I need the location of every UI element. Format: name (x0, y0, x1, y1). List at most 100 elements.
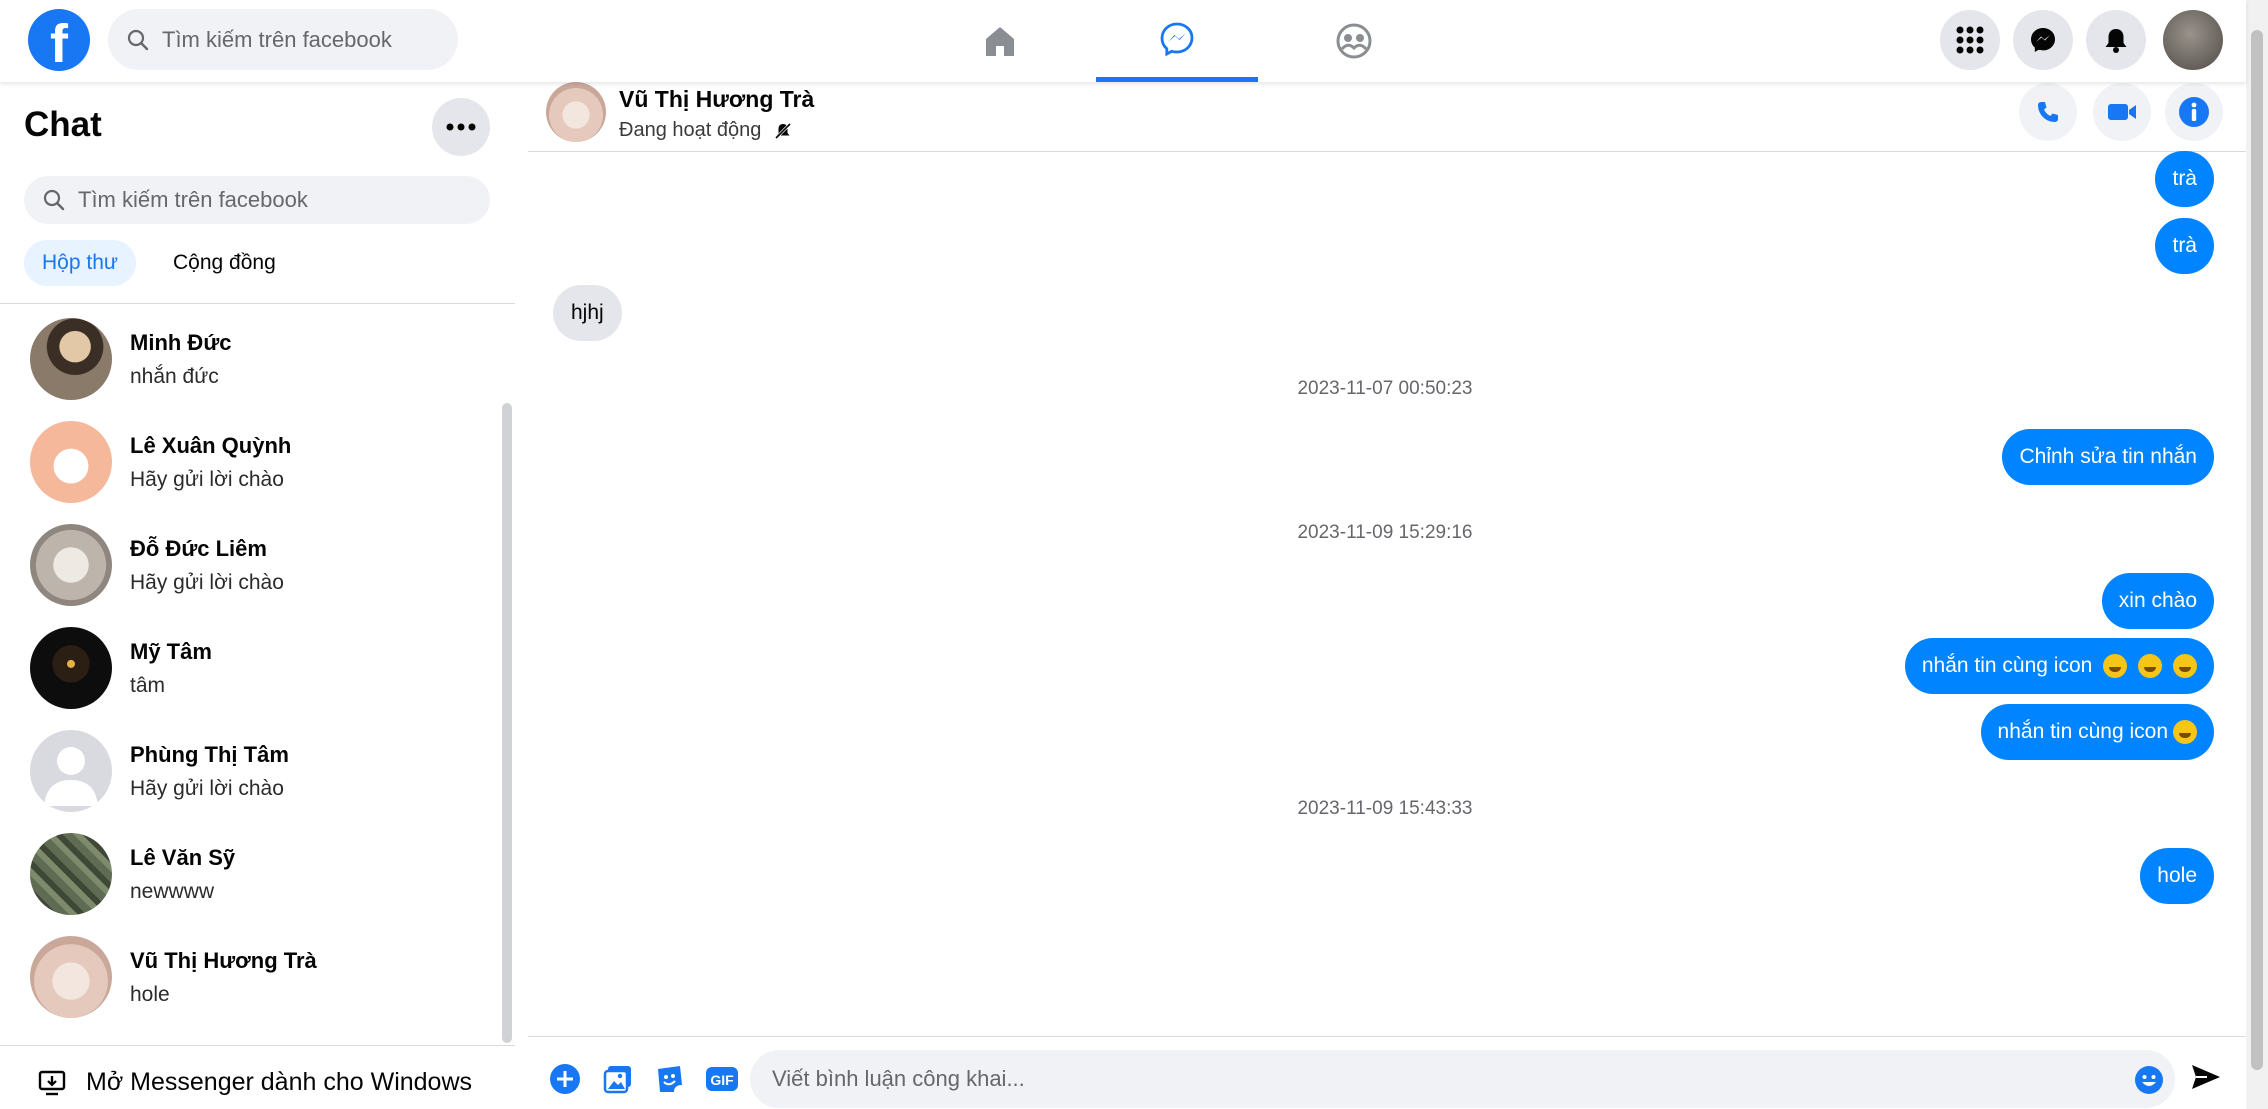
conversation-item-le-van-sy[interactable]: Lê Văn Sỹ newwww (0, 825, 500, 925)
contact-avatar[interactable] (546, 82, 606, 142)
conversation-item-le-xuan-quynh[interactable]: Lê Xuân Quỳnh Hãy gửi lời chào (0, 413, 500, 513)
avatar (30, 627, 112, 709)
conversation-name: Đỗ Đức Liêm (130, 536, 267, 561)
desktop-download-icon (38, 1070, 66, 1095)
send-button[interactable] (2188, 1059, 2224, 1095)
contact-status-text: Đang hoạt động (619, 119, 762, 141)
message-incoming[interactable]: hjhj (553, 285, 622, 341)
image-icon (603, 1066, 631, 1094)
top-search-placeholder: Tìm kiếm trên facebook (162, 26, 392, 52)
grinning-emoji-icon (2173, 654, 2197, 679)
voice-call-button[interactable] (2019, 83, 2077, 141)
svg-text:GIF: GIF (710, 1072, 734, 1088)
message-outgoing[interactable]: xin chào (2101, 573, 2214, 629)
gif-icon: GIF (706, 1067, 738, 1091)
conversation-name: Phùng Thị Tâm (130, 742, 289, 767)
message-outgoing[interactable]: hole (2140, 848, 2214, 904)
conversation-item-phung-thi-tam[interactable]: Phùng Thị Tâm Hãy gửi lời chào (0, 722, 500, 822)
bell-icon (2105, 29, 2127, 53)
messenger-button[interactable] (2013, 10, 2073, 70)
top-search-input[interactable]: Tìm kiếm trên facebook (108, 9, 458, 70)
conversation-name: Lê Văn Sỹ (130, 845, 236, 870)
home-icon (986, 27, 1014, 56)
conversation-item-vu-thi-huong-tra[interactable]: Vũ Thị Hương Trà hole (0, 928, 500, 1028)
conversation-preview: Hãy gửi lời chào (130, 571, 284, 594)
avatar (30, 421, 112, 503)
chat-search-input[interactable]: Tìm kiếm trên facebook (24, 176, 490, 224)
page-scrollbar-thumb[interactable] (2251, 30, 2263, 1070)
smiling-emoji-icon (2173, 720, 2197, 744)
ellipsis-icon (446, 123, 476, 131)
grid-icon (1956, 26, 1984, 54)
account-avatar[interactable] (2163, 10, 2223, 70)
conversation-item-minh-duc[interactable]: Minh Đức nhắn đức (0, 310, 500, 410)
composer-divider (528, 1036, 2246, 1037)
more-options-button[interactable] (432, 98, 490, 156)
chat-search-placeholder: Tìm kiếm trên facebook (78, 187, 308, 212)
plus-circle-icon (550, 1064, 580, 1094)
menu-grid-button[interactable] (1940, 10, 2000, 70)
video-camera-icon (2108, 104, 2136, 120)
conversation-preview: tâm (130, 674, 166, 697)
chat-title: Chat (24, 105, 102, 144)
smiley-icon (2135, 1066, 2163, 1094)
tab-community[interactable]: Cộng đồng (155, 240, 294, 286)
tab-home[interactable] (919, 0, 1081, 82)
search-icon (43, 189, 65, 211)
emoji-picker-button[interactable] (2131, 1062, 2167, 1098)
sidebar-scrollbar[interactable] (502, 403, 512, 1043)
conversation-name: Mỹ Tâm (130, 639, 212, 664)
message-outgoing-with-emoji[interactable]: nhắn tin cùng icon (1980, 704, 2214, 760)
facebook-logo-icon[interactable]: f (28, 9, 90, 71)
open-messenger-windows-label: Mở Messenger dành cho Windows (86, 1068, 473, 1096)
contact-name[interactable]: Vũ Thị Hương Trà (619, 86, 814, 113)
conversation-info-button[interactable] (2165, 83, 2223, 141)
avatar (30, 833, 112, 915)
message-outgoing[interactable]: Chỉnh sửa tin nhắn (2002, 429, 2214, 485)
conversation-item-my-tam[interactable]: Mỹ Tâm tâm (0, 619, 500, 719)
add-attachment-button[interactable] (547, 1061, 583, 1097)
notifications-button[interactable] (2086, 10, 2146, 70)
sidebar-bottom-divider (0, 1045, 515, 1046)
tab-messenger[interactable] (1096, 0, 1258, 82)
avatar (30, 730, 112, 812)
phone-icon (2038, 102, 2058, 122)
gif-button[interactable]: GIF (704, 1061, 740, 1097)
conversation-preview: Hãy gửi lời chào (130, 777, 284, 800)
message-text: nhắn tin cùng icon (1921, 654, 2093, 677)
messenger-icon (1160, 22, 1194, 56)
grinning-emoji-icon (2103, 654, 2128, 679)
top-navigation-bar: f Tìm kiếm trên facebook (0, 0, 2246, 82)
tab-groups[interactable] (1273, 0, 1435, 82)
message-text: nhắn tin cùng icon (1997, 720, 2168, 743)
conversation-name: Lê Xuân Quỳnh (130, 433, 292, 458)
sidebar-divider (0, 303, 515, 304)
tab-inbox[interactable]: Hộp thư (24, 240, 136, 286)
timestamp: 2023-11-07 00:50:23 (1297, 378, 1473, 399)
conversation-preview: Hãy gửi lời chào (130, 468, 284, 491)
message-outgoing[interactable]: trà (2155, 218, 2214, 274)
message-input-placeholder: Viết bình luận công khai... (772, 1066, 1025, 1091)
contact-status: Đang hoạt động (619, 119, 793, 142)
message-outgoing[interactable]: trà (2155, 151, 2214, 207)
messenger-icon (2031, 28, 2055, 52)
conversation-preview: nhắn đức (130, 365, 219, 388)
open-messenger-windows-link[interactable]: Mở Messenger dành cho Windows (38, 1068, 472, 1097)
conversation-item-do-duc-liem[interactable]: Đỗ Đức Liêm Hãy gửi lời chào (0, 516, 500, 616)
tongue-emoji-icon (2138, 654, 2163, 679)
default-avatar-icon (44, 747, 98, 806)
search-icon (127, 29, 149, 50)
avatar (30, 936, 112, 1018)
avatar (30, 318, 112, 400)
sticker-button[interactable] (652, 1061, 688, 1097)
message-input[interactable]: Viết bình luận công khai... (750, 1050, 2175, 1108)
muted-bell-icon (775, 122, 792, 139)
photo-button[interactable] (600, 1061, 636, 1097)
avatar (30, 524, 112, 606)
video-call-button[interactable] (2093, 83, 2151, 141)
sticker-icon (658, 1066, 682, 1092)
groups-icon (1336, 23, 1372, 59)
page-scrollbar[interactable] (2246, 0, 2268, 1109)
conversation-preview: hole (130, 983, 170, 1006)
message-outgoing-with-emoji[interactable]: nhắn tin cùng icon (1904, 638, 2214, 694)
